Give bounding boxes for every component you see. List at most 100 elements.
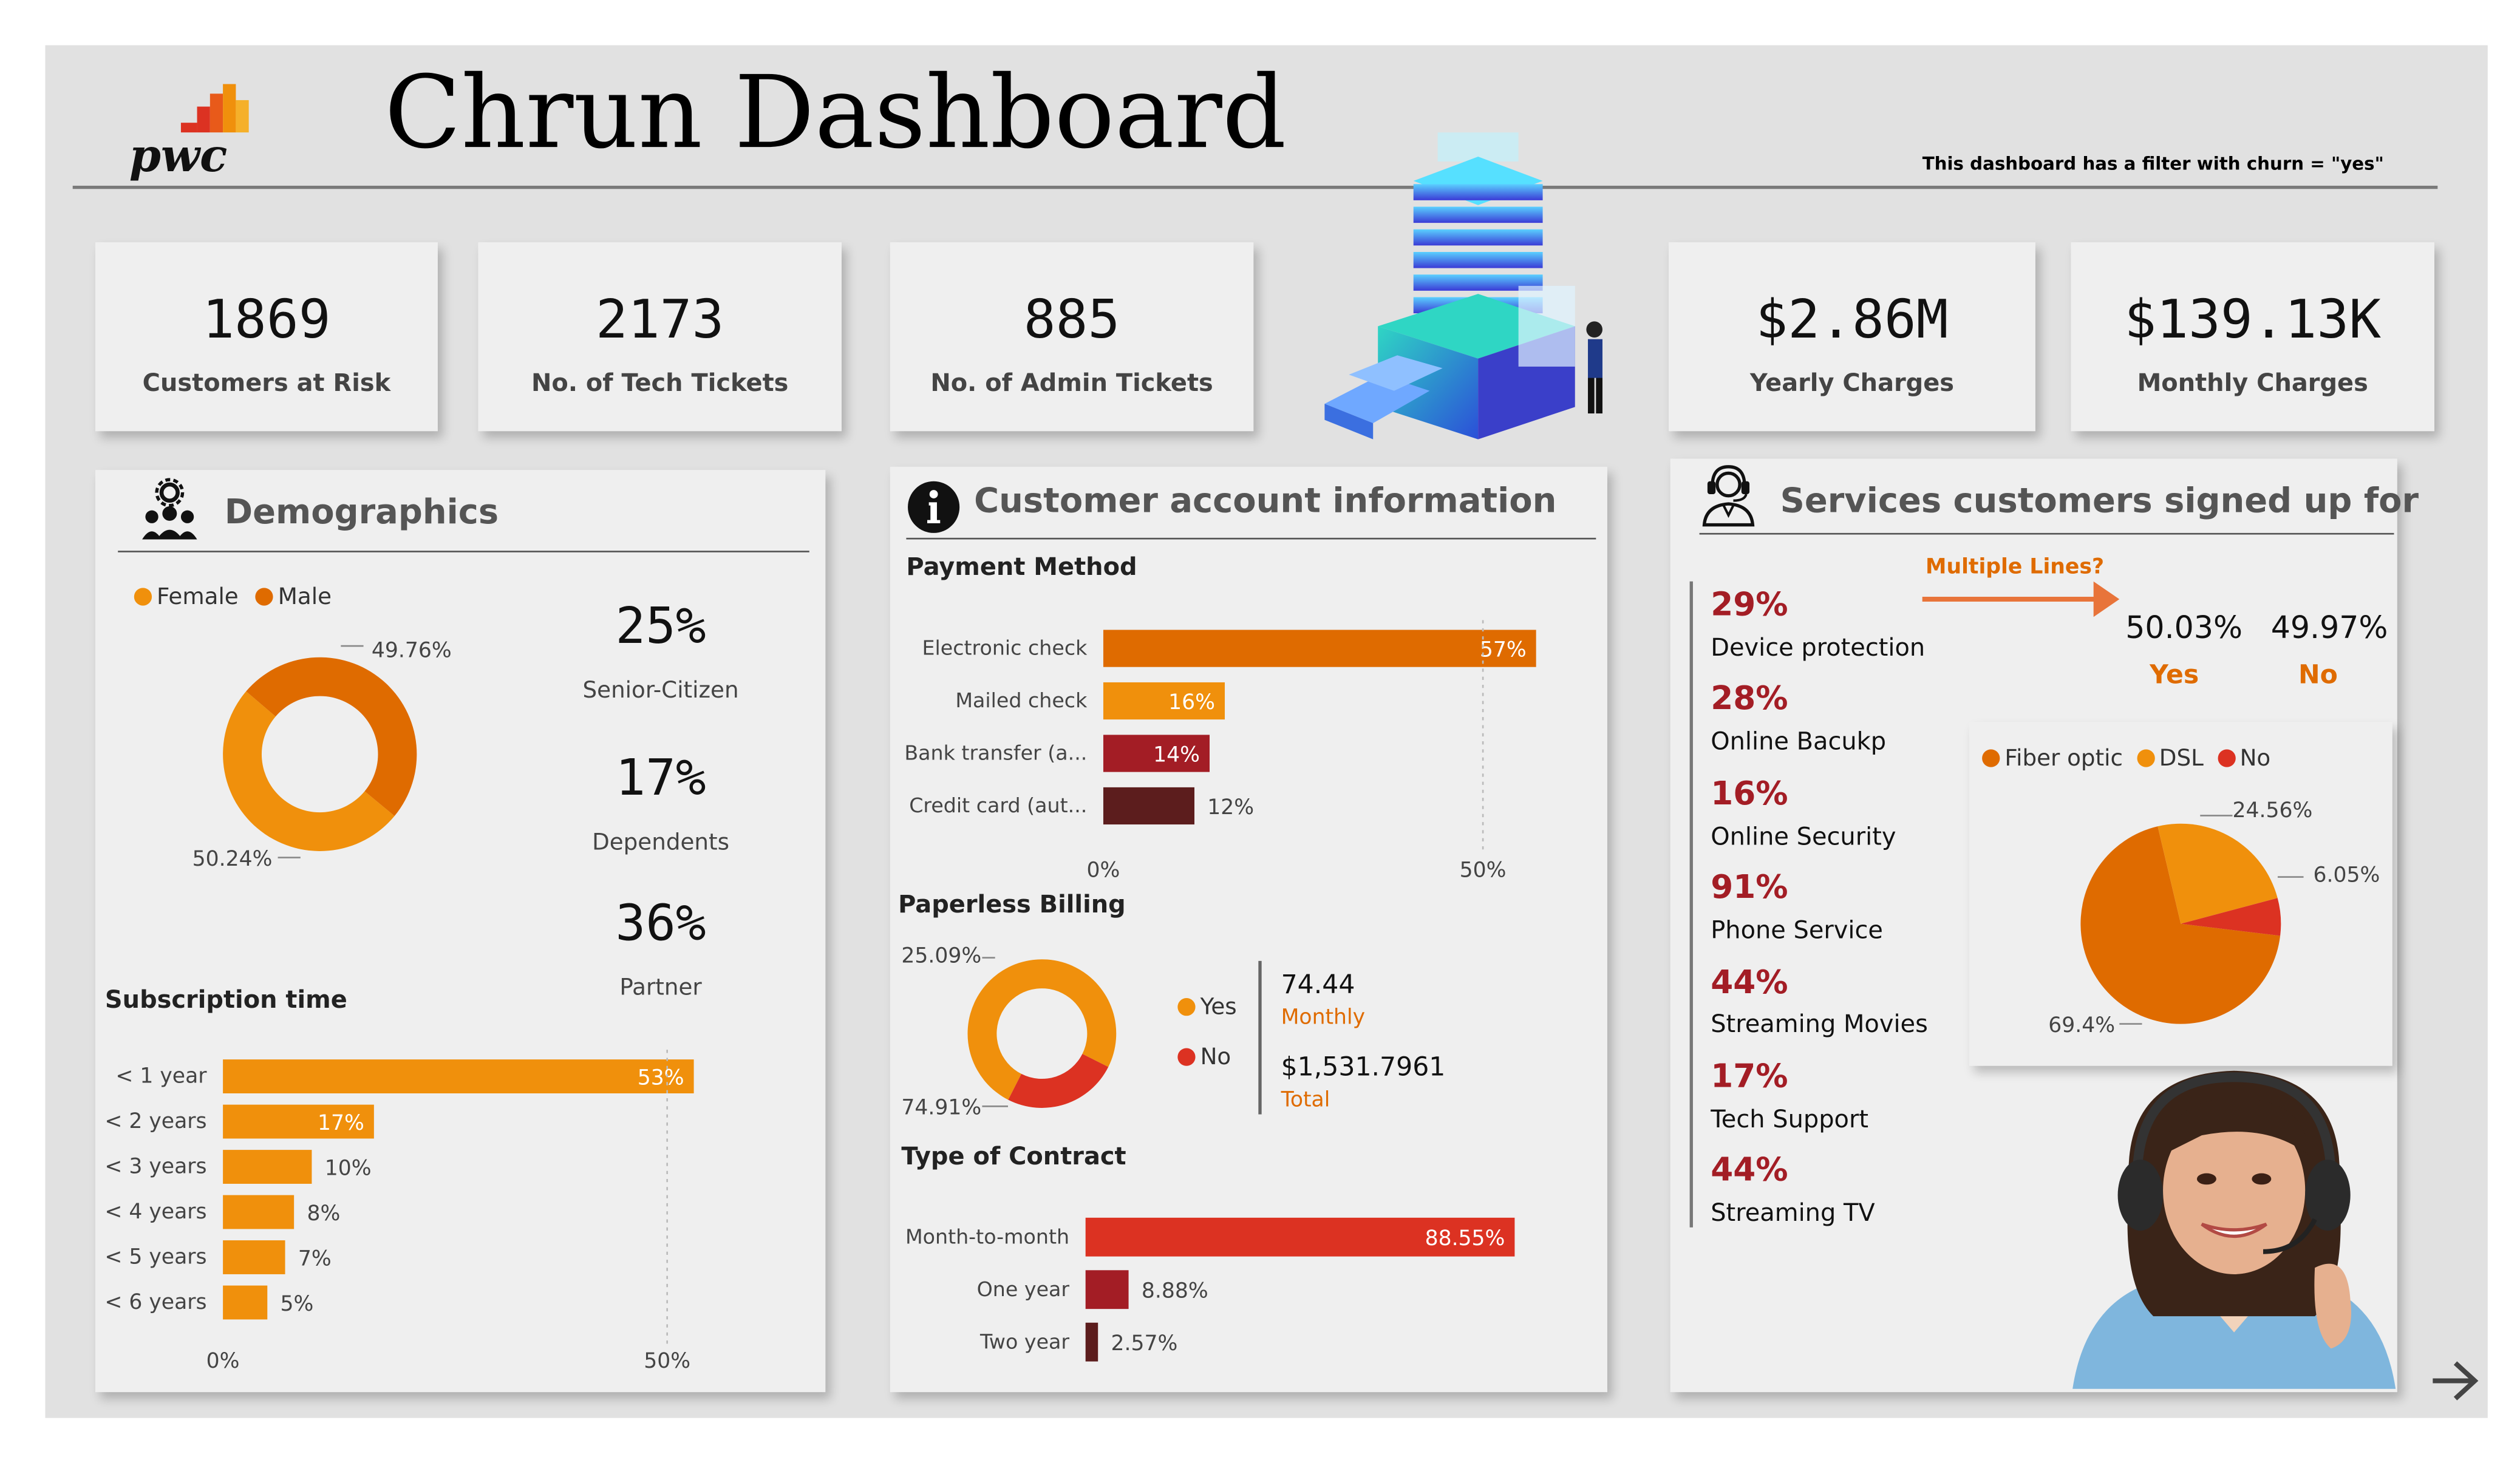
legend-swatch-yes bbox=[1177, 998, 1196, 1016]
totals-divider bbox=[1258, 960, 1262, 1115]
kpi-label: Monthly Charges bbox=[2137, 368, 2368, 398]
value-label: 88.55% bbox=[1425, 1226, 1505, 1251]
gender-legend: Female Male bbox=[134, 585, 332, 611]
bar bbox=[1085, 1322, 1098, 1362]
contract-bars: Month-to-month 88.55% One year 8.88% Two yea… bbox=[905, 1217, 1515, 1362]
legend-label-no: No bbox=[1200, 1045, 1231, 1071]
bar bbox=[223, 1195, 295, 1229]
value-label: 17% bbox=[318, 1111, 364, 1135]
services-list-divider bbox=[1689, 581, 1693, 1228]
category-label: < 2 years bbox=[104, 1109, 206, 1133]
tick-label: 0% bbox=[206, 1349, 240, 1373]
legend-label-dsl: DSL bbox=[2159, 746, 2204, 772]
category-label: Month-to-month bbox=[905, 1224, 1069, 1248]
bar bbox=[223, 1240, 285, 1274]
category-label: < 3 years bbox=[104, 1155, 206, 1179]
dashboard-canvas: pwc Chrun Dashboard This dashboard has a… bbox=[0, 0, 2520, 1457]
service-label: Online Security bbox=[1711, 822, 1896, 851]
service-label: Streaming Movies bbox=[1711, 1009, 1928, 1039]
kpi-value: 885 bbox=[1023, 287, 1120, 351]
category-label: < 4 years bbox=[104, 1200, 206, 1224]
value-label: 7% bbox=[298, 1246, 332, 1271]
value-label: 10% bbox=[325, 1156, 372, 1180]
value-label: 53% bbox=[638, 1065, 684, 1090]
kpi-label: No. of Tech Tickets bbox=[531, 368, 789, 398]
internet-label-dsl: 24.56% bbox=[2232, 799, 2313, 824]
service-label: Tech Support bbox=[1711, 1104, 1869, 1134]
category-label: Electronic check bbox=[922, 636, 1088, 660]
pwc-logo-text: pwc bbox=[129, 129, 228, 183]
payment-method-title: Payment Method bbox=[906, 552, 1137, 582]
bar bbox=[1085, 1270, 1129, 1309]
total-charges-label: Total bbox=[1281, 1089, 1330, 1113]
value-label: 2.57% bbox=[1111, 1331, 1177, 1356]
category-label: < 1 year bbox=[115, 1064, 207, 1089]
tick-label: 0% bbox=[1087, 858, 1120, 883]
service-pct: 28% bbox=[1711, 678, 1788, 718]
account-divider bbox=[906, 537, 1596, 540]
service-pct: 44% bbox=[1711, 962, 1788, 1002]
internet-pie-chart bbox=[2080, 815, 2304, 1025]
headset-agent-icon bbox=[1702, 465, 1755, 527]
filter-note: This dashboard has a filter with churn =… bbox=[1922, 153, 2384, 175]
internet-label-none: 6.05% bbox=[2313, 864, 2380, 889]
paperless-donut-chart bbox=[967, 957, 1117, 1108]
legend-swatch-male bbox=[255, 588, 273, 606]
dependents-label: Dependents bbox=[592, 830, 730, 856]
legend-label-fiber: Fiber optic bbox=[2004, 746, 2123, 772]
contract-bar-chart: Month-to-month 88.55% One year 8.88% Two yea… bbox=[905, 1217, 1515, 1362]
kpi-customers-at-risk: 1869 Customers at Risk bbox=[95, 242, 438, 432]
category-label: < 6 years bbox=[104, 1290, 206, 1314]
payment-bars: Electronic check 57% Mailed check 16% Bank t… bbox=[904, 620, 1536, 883]
kpi-value: $2.86M bbox=[1755, 287, 1949, 351]
building-illustration bbox=[1324, 132, 1602, 440]
kpi-value: 1869 bbox=[202, 287, 331, 351]
value-label: 5% bbox=[281, 1292, 314, 1316]
legend-label-none: No bbox=[2239, 746, 2271, 772]
info-icon bbox=[908, 481, 960, 533]
value-label: 57% bbox=[1480, 637, 1527, 662]
kpi-monthly-charges: $139.13K Monthly Charges bbox=[2071, 242, 2435, 432]
paperless-legend-yes: Yes bbox=[1177, 995, 1237, 1021]
paperless-title: Paperless Billing bbox=[898, 889, 1126, 919]
account-title: Customer account information bbox=[974, 481, 1557, 520]
value-label: 12% bbox=[1207, 795, 1254, 820]
gender-label-female: 50.24% bbox=[192, 847, 273, 872]
internet-label-fiber: 69.4% bbox=[2048, 1014, 2116, 1039]
kpi-admin-tickets: 885 No. of Admin Tickets bbox=[890, 242, 1254, 432]
category-label: Two year bbox=[979, 1330, 1069, 1353]
multiple-lines-yes-label: Yes bbox=[2150, 659, 2199, 690]
bar bbox=[223, 1150, 312, 1184]
kpi-label: Customers at Risk bbox=[142, 368, 391, 398]
header-divider bbox=[72, 185, 2438, 189]
service-label: Device protection bbox=[1711, 633, 1926, 662]
gender-slices bbox=[223, 657, 417, 851]
subscription-title: Subscription time bbox=[104, 985, 347, 1014]
category-label: Bank transfer (a... bbox=[904, 741, 1087, 765]
legend-swatch-female bbox=[134, 588, 152, 606]
services-title: Services customers signed up for bbox=[1780, 481, 2419, 520]
monthly-average-value: 74.44 bbox=[1281, 969, 1355, 1000]
demographics-divider bbox=[118, 551, 809, 552]
partner-value: 36% bbox=[615, 894, 706, 953]
contract-title: Type of Contract bbox=[901, 1141, 1126, 1171]
next-arrow-icon[interactable] bbox=[2428, 1357, 2482, 1405]
partner-label: Partner bbox=[619, 975, 702, 1002]
legend-swatch-fiber bbox=[1982, 749, 2000, 767]
internet-legend: Fiber optic DSL No bbox=[1982, 746, 2270, 772]
bar bbox=[223, 1059, 694, 1093]
multiple-lines-no-value: 49.97% bbox=[2270, 610, 2388, 647]
legend-swatch-dsl bbox=[2136, 749, 2154, 767]
support-agent-photo bbox=[2072, 1070, 2396, 1389]
senior-citizen-value: 25% bbox=[615, 597, 706, 656]
value-label: 16% bbox=[1168, 690, 1215, 715]
monthly-average-label: Monthly bbox=[1281, 1006, 1366, 1031]
senior-citizen-label: Senior-Citizen bbox=[582, 678, 739, 704]
tick-label: 50% bbox=[644, 1349, 690, 1373]
value-label: 8% bbox=[307, 1201, 340, 1226]
internet-slices bbox=[2080, 823, 2281, 1024]
bar bbox=[1103, 787, 1194, 825]
dependents-value: 17% bbox=[615, 749, 706, 808]
demographics-people-icon bbox=[142, 478, 197, 540]
gender-label-male: 49.76% bbox=[371, 639, 452, 664]
